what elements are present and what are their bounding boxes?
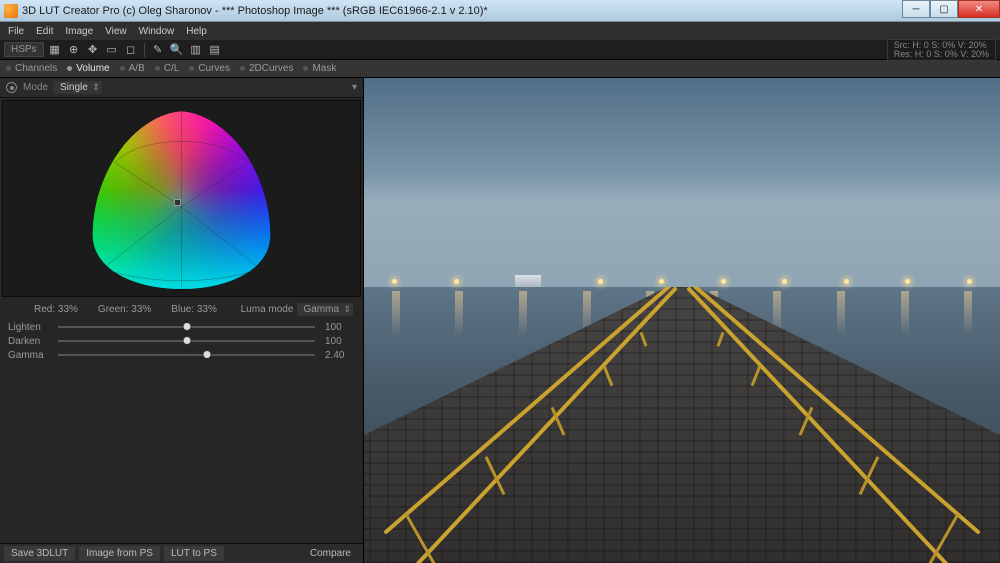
tab-cl[interactable]: C/L [155,63,180,74]
slider-lighten: Lighten 100 [8,320,355,334]
color-volume-shape [3,101,360,296]
window-controls: ─ ▢ ✕ [902,0,1000,18]
panel-menu-icon[interactable]: ▾ [352,82,357,93]
mode-label: Mode [23,82,48,93]
window-titlebar: 3D LUT Creator Pro (c) Oleg Sharonov - *… [0,0,1000,22]
tab-volume[interactable]: Volume [67,63,109,74]
close-button[interactable]: ✕ [958,0,1000,18]
maximize-button[interactable]: ▢ [930,0,958,18]
slider-thumb[interactable] [203,350,212,359]
tab-dot-icon [155,66,160,71]
preview-image [364,78,1000,563]
tab-2dcurves[interactable]: 2DCurves [240,63,293,74]
main-area: Mode Single ▾ [0,78,1000,563]
tool-icon-9[interactable]: ▤ [207,42,223,58]
slider-track[interactable] [58,326,315,328]
rgb-green-label: Green: [98,304,129,315]
slider-thumb[interactable] [182,336,191,345]
tab-dot-icon [120,66,125,71]
menu-bar: File Edit Image View Window Help [0,22,1000,40]
lut-to-ps-button[interactable]: LUT to PS [164,546,224,561]
color-volume-view[interactable] [2,100,361,297]
preview-pier [364,287,1000,563]
left-panel: Mode Single ▾ [0,78,364,563]
slider-label: Gamma [8,350,48,361]
slider-track[interactable] [58,340,315,342]
panel-tabs: Channels Volume A/B C/L Curves 2DCurves … [0,60,1000,78]
luma-mode-label: Luma mode [241,304,294,315]
preview-sky [364,78,1000,287]
tab-ab[interactable]: A/B [120,63,145,74]
slider-gamma: Gamma 2.40 [8,348,355,362]
image-from-ps-button[interactable]: Image from PS [79,546,160,561]
pier-rails [364,287,1000,563]
menu-image[interactable]: Image [65,26,93,37]
color-readout: Src: H: 0 S: 0% V: 20% Res: H: 0 S: 0% V… [887,39,996,61]
luma-mode-dropdown[interactable]: Gamma [297,303,353,316]
window-title: 3D LUT Creator Pro (c) Oleg Sharonov - *… [22,5,488,17]
toolbar-separator [144,43,145,57]
readout-res: Res: H: 0 S: 0% V: 20% [894,50,989,59]
left-bottom-bar: Save 3DLUT Image from PS LUT to PS Compa… [0,543,363,563]
slider-value: 2.40 [325,350,355,361]
tool-icon-2[interactable]: ⊕ [66,42,82,58]
reset-circle-icon[interactable] [6,82,17,93]
slider-value: 100 [325,322,355,333]
sliders-group: Lighten 100 Darken 100 Gamma 2.40 [0,318,363,368]
tool-eyedropper-icon[interactable]: ✎ [150,42,166,58]
tool-icon-3[interactable]: ✥ [85,42,101,58]
rgb-blue-value: 33% [197,304,217,315]
color-picker-handle[interactable] [174,199,181,206]
slider-thumb[interactable] [182,322,191,331]
tool-zoom-icon[interactable]: 🔍 [169,42,185,58]
tool-icon-4[interactable]: ▭ [104,42,120,58]
menu-window[interactable]: Window [139,26,175,37]
menu-view[interactable]: View [105,26,127,37]
rgb-red-label: Red: [34,304,55,315]
tab-mask[interactable]: Mask [303,63,336,74]
tool-icon-1[interactable]: ▦ [47,42,63,58]
tab-dot-icon [240,66,245,71]
preview-pane[interactable] [364,78,1000,563]
rgb-green-value: 33% [131,304,151,315]
tab-dot-icon [6,66,11,71]
tab-dot-icon [189,66,194,71]
tool-icon-8[interactable]: ▥ [188,42,204,58]
tab-dot-icon [67,66,72,71]
app-logo-icon [4,4,18,18]
toolbar: HSPs ▦ ⊕ ✥ ▭ ◻ ✎ 🔍 ▥ ▤ Src: H: 0 S: 0% V… [0,40,1000,60]
menu-help[interactable]: Help [186,26,207,37]
minimize-button[interactable]: ─ [902,0,930,18]
colorspace-dropdown[interactable]: HSPs [4,42,44,57]
menu-file[interactable]: File [8,26,24,37]
compare-button[interactable]: Compare [310,548,351,559]
slider-label: Lighten [8,322,48,333]
mode-row: Mode Single ▾ [0,78,363,98]
rgb-readout-row: Red: 33% Green: 33% Blue: 33% Luma mode … [0,299,363,318]
slider-track[interactable] [58,354,315,356]
menu-edit[interactable]: Edit [36,26,53,37]
slider-darken: Darken 100 [8,334,355,348]
rgb-blue-label: Blue: [171,304,194,315]
tab-curves[interactable]: Curves [189,63,230,74]
slider-label: Darken [8,336,48,347]
save-3dlut-button[interactable]: Save 3DLUT [4,546,75,561]
tab-channels[interactable]: Channels [6,63,57,74]
tab-dot-icon [303,66,308,71]
tool-icon-5[interactable]: ◻ [123,42,139,58]
mode-dropdown[interactable]: Single [54,81,102,94]
rgb-red-value: 33% [58,304,78,315]
slider-value: 100 [325,336,355,347]
